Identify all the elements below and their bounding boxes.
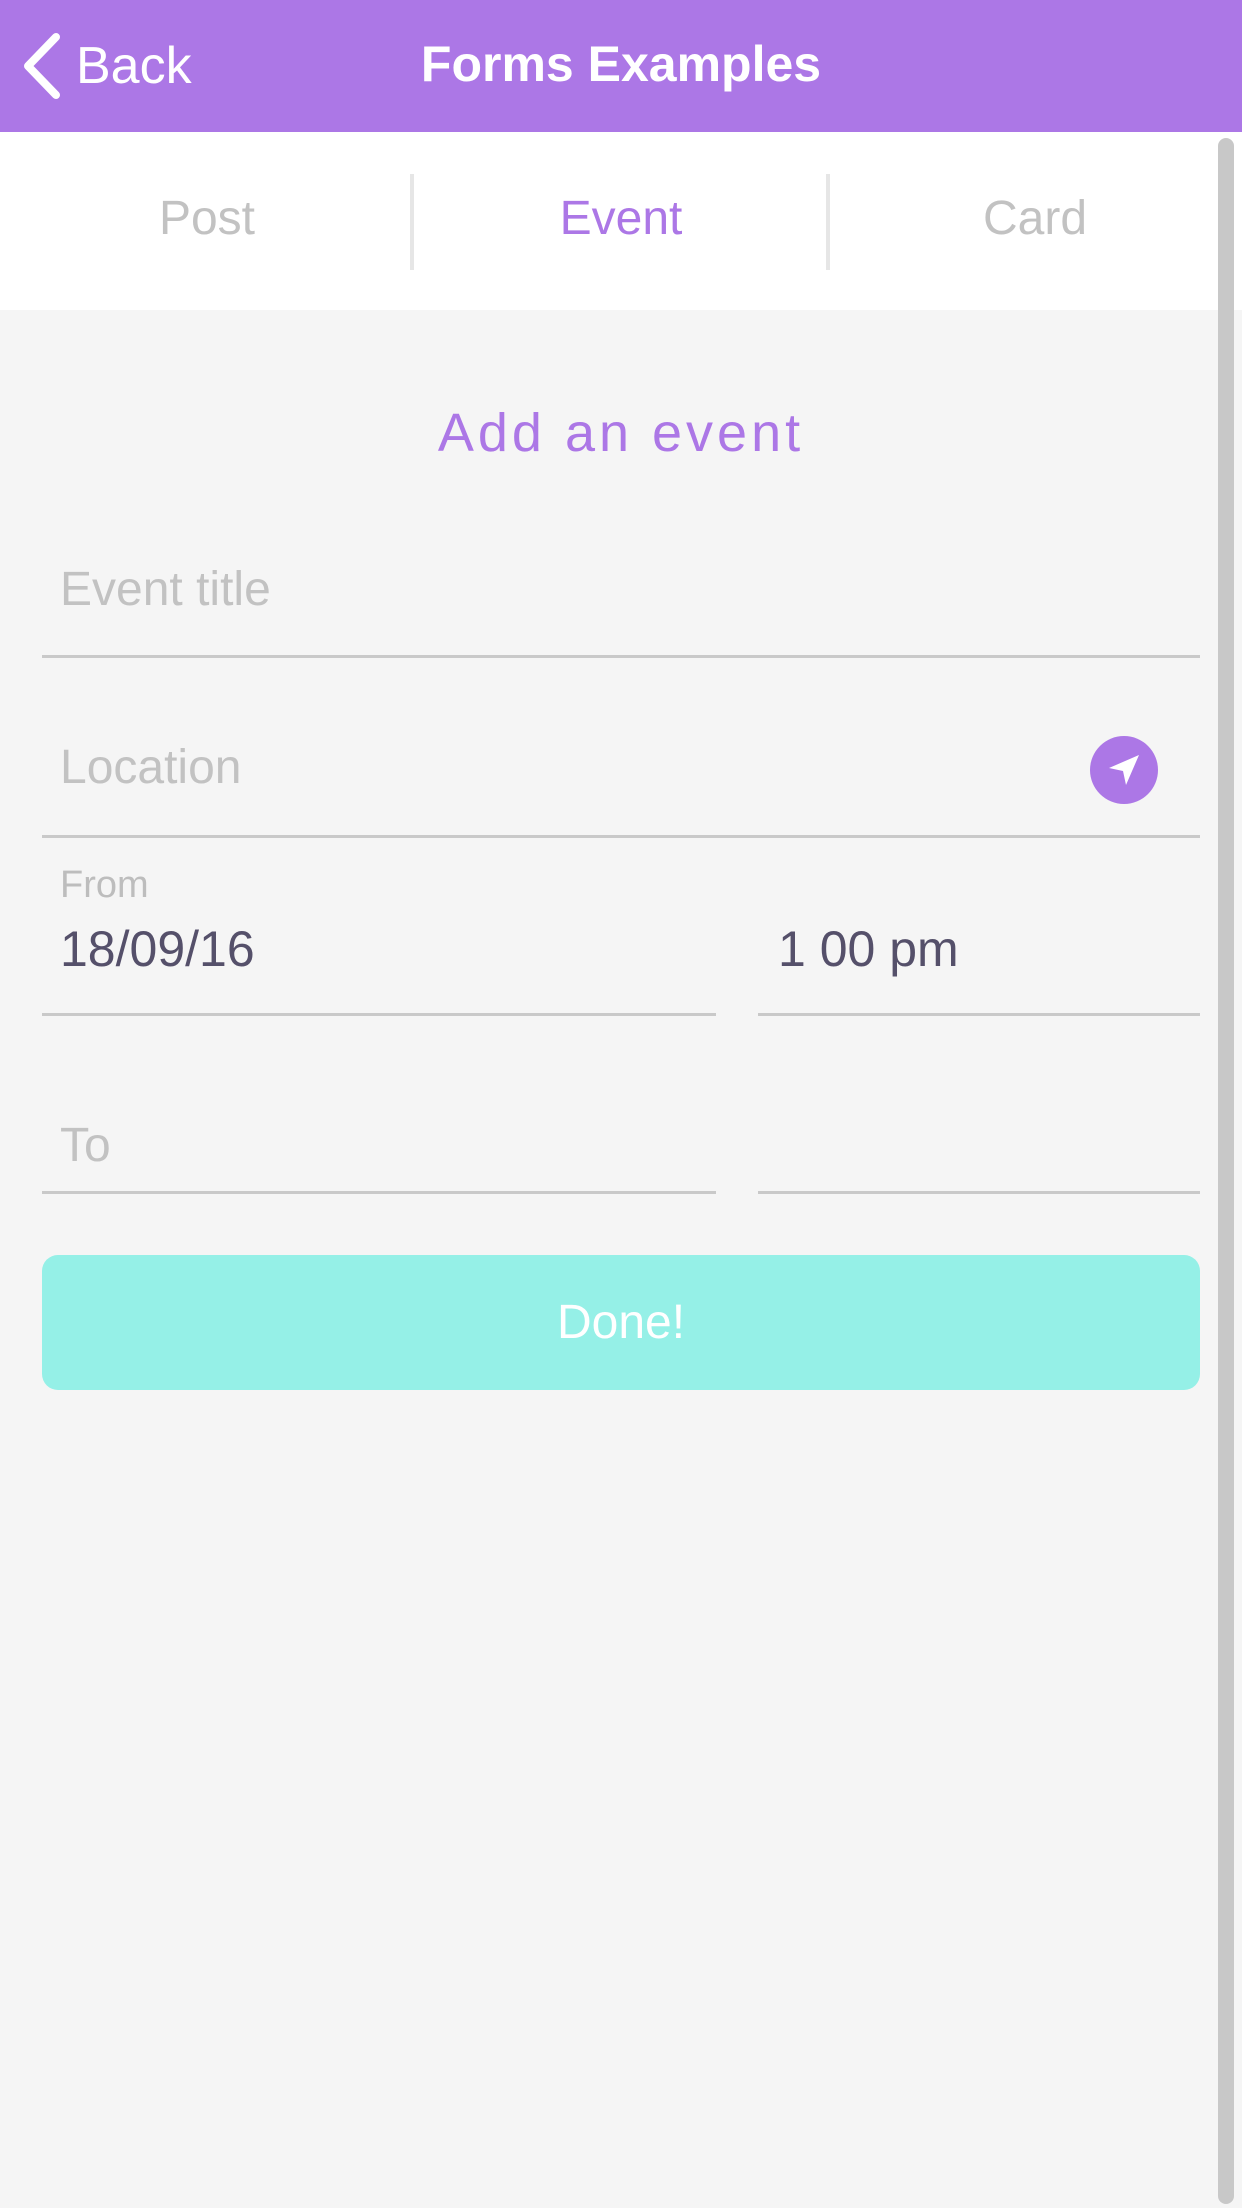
to-placeholder: To	[60, 1119, 111, 1172]
page-title: Forms Examples	[420, 36, 822, 92]
from-time-field[interactable]: 1 00 pm	[758, 900, 1200, 1016]
from-label: From	[60, 864, 149, 906]
location-button[interactable]	[1090, 736, 1158, 804]
from-date-value: 18/09/16	[60, 921, 255, 977]
navigation-arrow-icon	[1109, 755, 1139, 785]
location-placeholder: Location	[60, 741, 242, 794]
event-title-field[interactable]: Event title	[42, 540, 1200, 658]
from-date-field[interactable]: 18/09/16	[42, 900, 716, 1016]
done-button[interactable]: Done!	[42, 1255, 1200, 1390]
nav-bar: Back Forms Examples	[0, 0, 1242, 132]
to-date-field[interactable]: To	[42, 1080, 716, 1194]
event-title-placeholder: Event title	[60, 563, 271, 616]
from-time-value: 1 00 pm	[778, 921, 959, 977]
scrollbar[interactable]	[1218, 138, 1234, 2204]
tab-bar: Post Event Card	[0, 132, 1242, 310]
to-time-field[interactable]	[758, 1080, 1200, 1194]
tab-post[interactable]: Post	[0, 132, 414, 310]
tab-card[interactable]: Card	[828, 132, 1242, 310]
form-title: Add an event	[437, 403, 805, 463]
location-field[interactable]: Location	[42, 720, 1200, 838]
tab-event[interactable]: Event	[414, 132, 828, 310]
